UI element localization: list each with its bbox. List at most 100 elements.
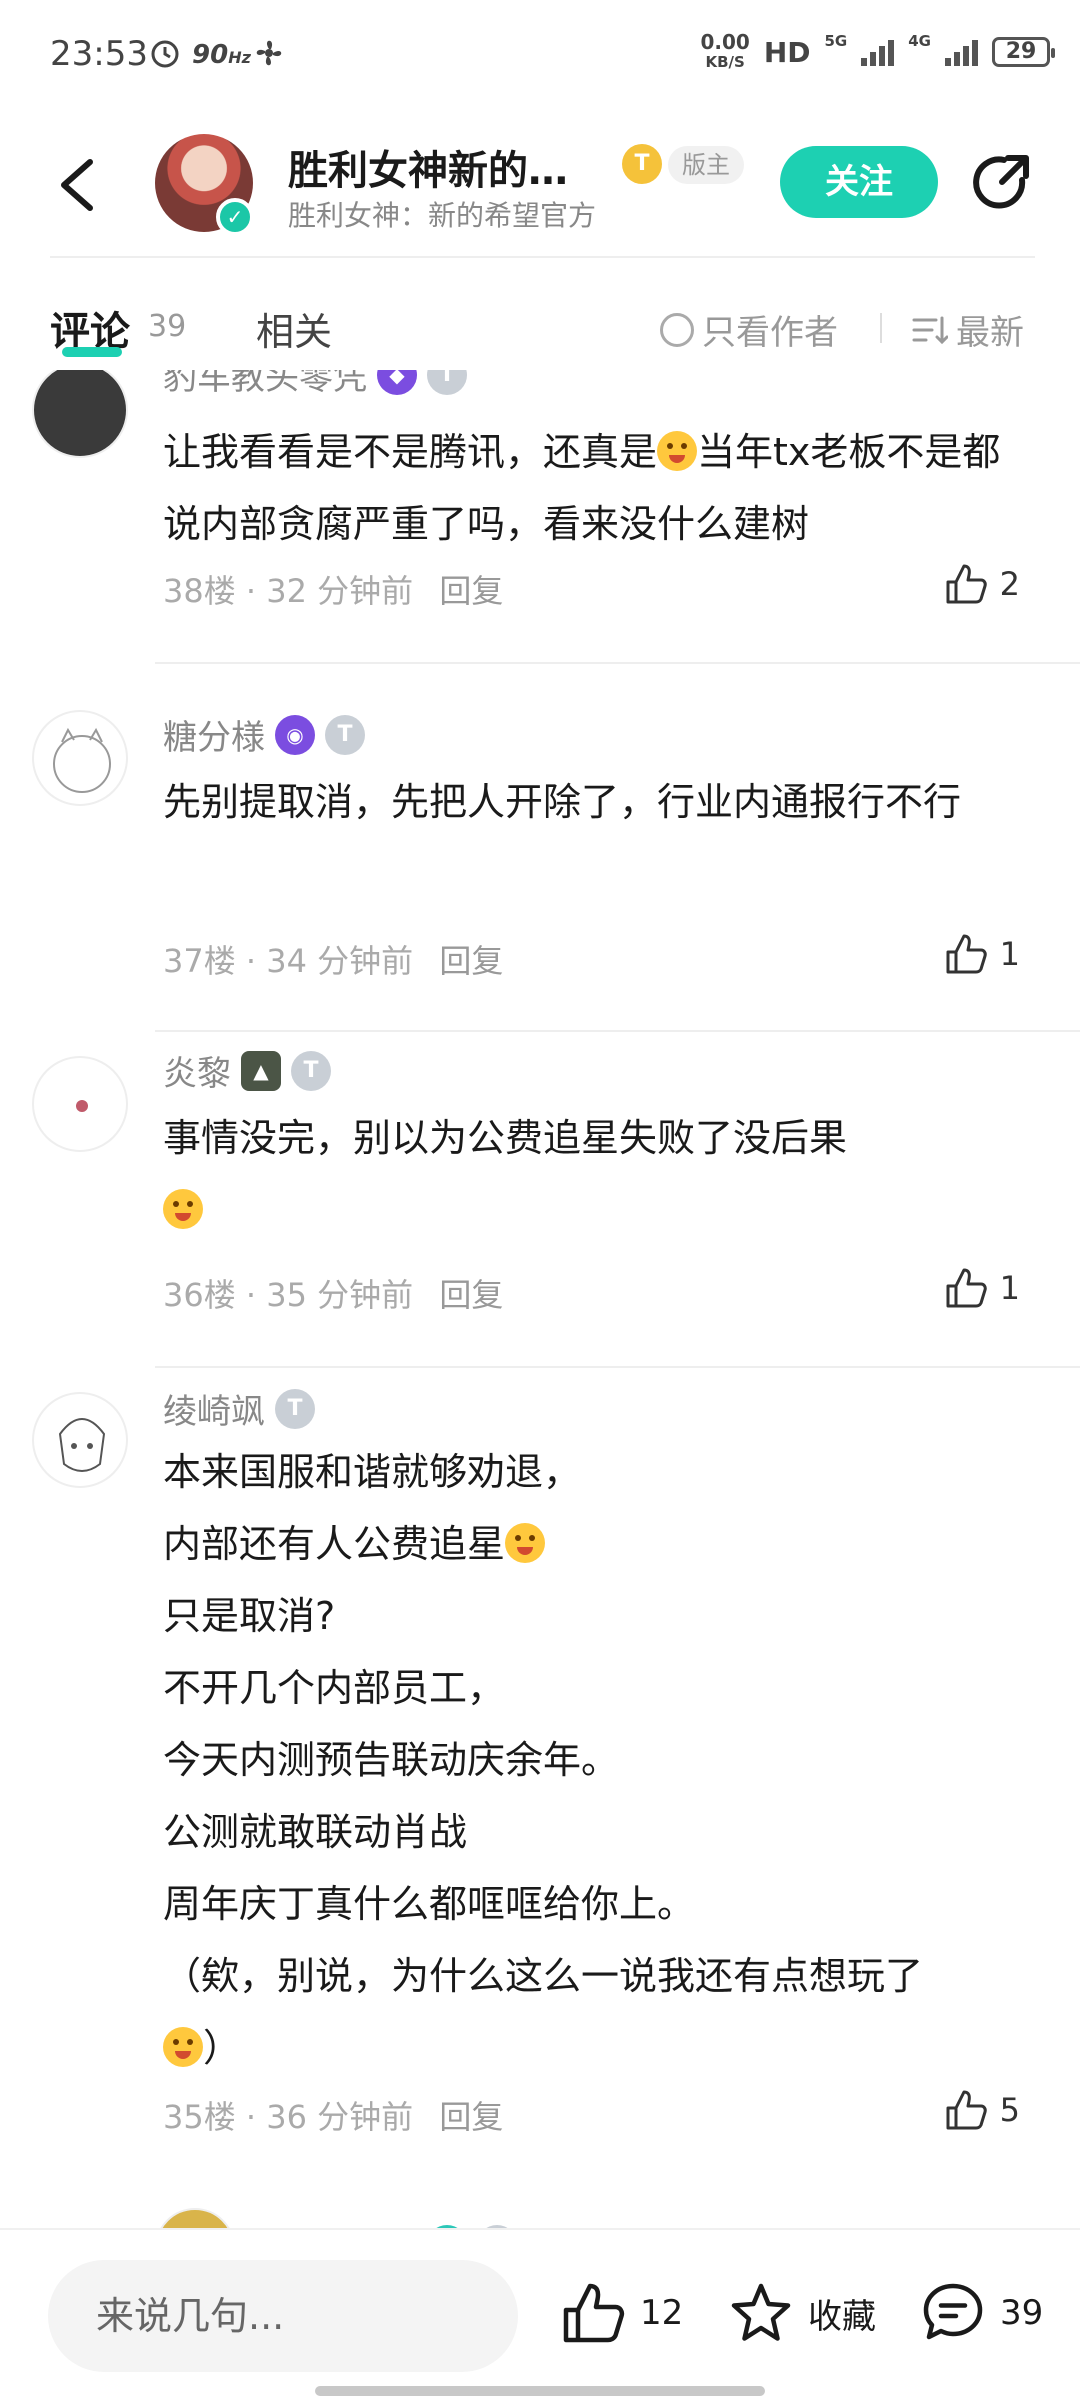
level-badge: T [291, 1050, 331, 1091]
comment-text-part: ） [203, 2026, 242, 2070]
comment-line: 只是取消? [163, 1594, 336, 1638]
comment-meta: 38楼 · 32 分钟前 回复 [163, 572, 504, 610]
gamepad-badge-icon: ◉ [275, 714, 315, 755]
sort-icon [912, 316, 948, 344]
comment-line: 公测就敢联动肖战 [163, 1810, 468, 1854]
favorite-button[interactable]: 收藏 [728, 2280, 876, 2346]
like-button[interactable]: 2 [944, 562, 1020, 606]
comment-text-part: 内部还有人公费追星 [163, 1522, 506, 1566]
thumbs-up-icon [946, 564, 987, 604]
network-speed: 0.00 KB/S [700, 30, 750, 71]
post-like-count: 12 [640, 2293, 684, 2333]
comment-line: （欸，别说，为什么这么一说我还有点想玩了 [163, 1954, 924, 1998]
like-button[interactable]: 1 [944, 932, 1020, 976]
comments-button[interactable]: 39 [920, 2280, 1043, 2346]
comment-meta: 36楼 · 35 分钟前 回复 [163, 1276, 504, 1314]
comments-count: 39 [148, 309, 187, 344]
tab-separator [880, 313, 882, 343]
timestamp: 34 分钟前 [266, 942, 414, 980]
post-header: ✓ 胜利女神新的… T 版主 胜利女神：新的希望官方 关注 [0, 110, 1080, 258]
favorite-label: 收藏 [808, 2296, 876, 2337]
reply-button[interactable]: 回复 [439, 942, 503, 980]
verified-icon: ✓ [216, 198, 254, 236]
sort-label: 最新 [956, 313, 1024, 353]
username-text: 豹车教头零凭 [163, 370, 367, 398]
sort-button[interactable]: 最新 [912, 305, 1024, 354]
alarm-icon [148, 36, 182, 78]
comment-bubble-icon [923, 2283, 983, 2340]
thumbs-up-icon [946, 1268, 987, 1308]
comment-input[interactable] [48, 2260, 518, 2372]
thumbs-up-icon [563, 2283, 625, 2343]
timestamp: 36 分钟前 [266, 2098, 414, 2136]
comment-line: ） [163, 2012, 1013, 2084]
comment-item: 豹车教头零凭 ◆ T 让我看看是不是腾讯，还真是 当年tx老板不是都说内部贪腐严重… [0, 370, 1080, 710]
network-5g: 5G [824, 32, 848, 50]
share-icon[interactable] [968, 150, 1034, 216]
emoji-icon [163, 1189, 203, 1229]
badge-icon: ◆ [377, 370, 417, 395]
username[interactable]: 绫崎飒 T [163, 1384, 315, 1433]
comment-line: 周年庆丁真什么都哐哐给你上。 [163, 1882, 696, 1926]
username-text: 糖分様 [163, 718, 265, 758]
author-name[interactable]: 胜利女神：新的希望官方 [288, 194, 596, 234]
post-like-button[interactable]: 12 [560, 2280, 683, 2346]
reply-button[interactable]: 回复 [439, 1276, 503, 1314]
signal-icon-2 [945, 38, 978, 66]
user-avatar[interactable] [32, 370, 128, 458]
bottom-action-bar: 12 收藏 39 [0, 2228, 1080, 2400]
username[interactable]: 豹车教头零凭 ◆ T [163, 370, 467, 399]
comment-text: 本来国服和谐就够劝退， 内部还有人公费追星 只是取消? 不开几个内部员工， 今天… [163, 1436, 1013, 2084]
comment-text: 让我看看是不是腾讯，还真是 当年tx老板不是都说内部贪腐严重了吗，看来没什么建树 [163, 416, 1013, 560]
user-avatar[interactable] [32, 1056, 128, 1152]
divider [155, 1366, 1080, 1368]
status-right: 0.00 KB/S HD 5G 4G 29 [700, 30, 1055, 72]
follow-button[interactable]: 关注 [780, 146, 938, 218]
back-button[interactable] [50, 150, 110, 220]
timestamp: 35 分钟前 [266, 1276, 414, 1314]
forum-title[interactable]: 胜利女神新的… [288, 138, 568, 196]
comment-line: 内部还有人公费追星 [163, 1508, 1013, 1580]
floor-number: 38楼 [163, 572, 236, 610]
comment-line: 今天内测预告联动庆余年。 [163, 1738, 620, 1782]
comment-list[interactable]: 豹车教头零凭 ◆ T 让我看看是不是腾讯，还真是 当年tx老板不是都说内部贪腐严重… [0, 370, 1080, 2230]
comment-item: 绫崎飒 T 本来国服和谐就够劝退， 内部还有人公费追星 只是取消? 不开几个内部… [0, 1372, 1080, 2192]
moderator-tag: 版主 [668, 146, 744, 184]
comment-text-part: 让我看看是不是腾讯，还真是 [163, 430, 658, 474]
like-button[interactable]: 5 [944, 2088, 1020, 2132]
thumbs-up-icon [946, 2090, 987, 2130]
reply-button[interactable]: 回复 [439, 572, 503, 610]
username[interactable]: 糖分様 ◉ T [163, 710, 365, 759]
floor-number: 36楼 [163, 1276, 236, 1314]
comment-meta: 35楼 · 36 分钟前 回复 [163, 2098, 504, 2136]
user-avatar[interactable] [32, 710, 128, 806]
like-count: 1 [999, 935, 1020, 973]
radio-icon [660, 312, 694, 347]
like-button[interactable]: 1 [944, 1266, 1020, 1310]
username[interactable]: 炎黎 ▲ T [163, 1046, 331, 1095]
comments-total: 39 [1000, 2293, 1044, 2333]
comment-line: 不开几个内部员工， [163, 1666, 506, 1710]
comment-item: 糖分様 ◉ T 先别提取消，先把人开除了，行业内通报行不行 37楼 · 34 分… [0, 700, 1080, 1032]
timestamp: 32 分钟前 [266, 572, 414, 610]
tab-related[interactable]: 相关 [256, 301, 332, 356]
status-bar: 23:53 90Hz 0.00 KB/S HD 5G 4G 29 [0, 0, 1080, 110]
comment-item: Cool > 月 ✦ T [0, 2192, 1080, 2230]
user-avatar[interactable] [32, 1392, 128, 1488]
home-indicator[interactable] [315, 2386, 765, 2396]
only-author-label: 只看作者 [702, 313, 838, 353]
level-badge: T [427, 370, 467, 395]
tab-active-indicator [62, 347, 122, 357]
hat-badge-icon: ▲ [241, 1050, 281, 1091]
like-count: 1 [999, 1269, 1020, 1307]
star-icon [731, 2283, 791, 2341]
status-time: 23:53 [50, 34, 148, 74]
reply-button[interactable]: 回复 [439, 2098, 503, 2136]
comment-text: 先别提取消，先把人开除了，行业内通报行不行 [163, 780, 962, 824]
hd-indicator: HD [763, 35, 811, 69]
floor-number: 35楼 [163, 2098, 236, 2136]
only-author-toggle[interactable]: 只看作者 [660, 305, 838, 354]
floor-number: 37楼 [163, 942, 236, 980]
like-count: 5 [999, 2091, 1020, 2129]
user-avatar[interactable] [155, 2208, 235, 2230]
